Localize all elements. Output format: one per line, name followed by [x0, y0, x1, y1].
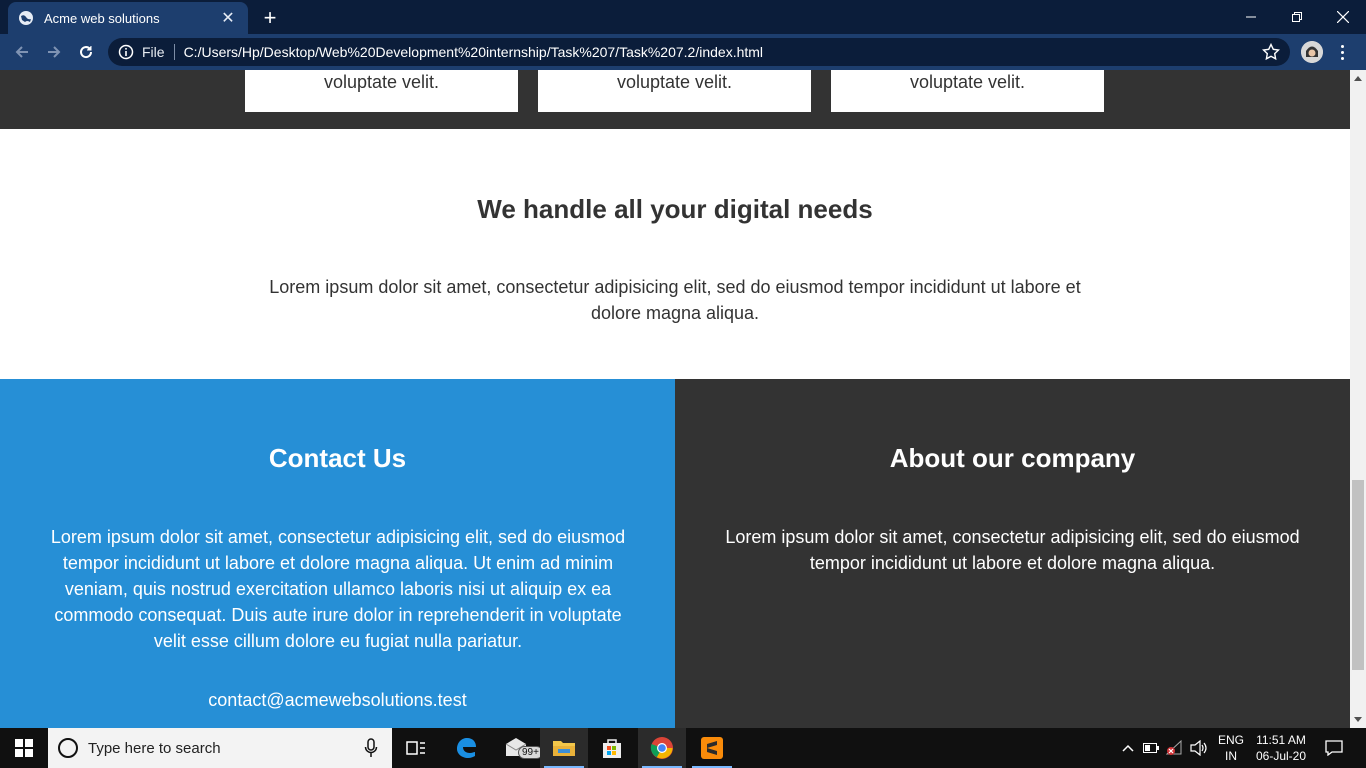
- new-tab-button[interactable]: +: [258, 5, 282, 30]
- windows-logo-icon: [15, 739, 33, 757]
- language-indicator[interactable]: ENG IN: [1214, 732, 1248, 764]
- tab-title: Acme web solutions: [44, 10, 160, 26]
- forward-button[interactable]: [40, 38, 68, 66]
- language-code: ENG: [1217, 733, 1244, 747]
- section-heading: We handle all your digital needs: [477, 194, 873, 224]
- mail-app-button[interactable]: 99+: [492, 728, 543, 768]
- store-app-button[interactable]: [588, 728, 636, 768]
- wifi-disconnected-icon: [1166, 740, 1182, 755]
- battery-icon: [1143, 743, 1159, 753]
- microphone-icon[interactable]: [364, 738, 378, 758]
- task-view-button[interactable]: [392, 728, 440, 768]
- scheme-label: File: [142, 44, 165, 60]
- scroll-up-arrow[interactable]: [1350, 70, 1366, 86]
- taskbar-search[interactable]: Type here to search: [48, 728, 392, 768]
- url-text[interactable]: C:/Users/Hp/Desktop/Web%20Development%20…: [184, 44, 1262, 60]
- reload-button[interactable]: [72, 38, 100, 66]
- reload-icon: [80, 46, 93, 59]
- back-button[interactable]: [8, 38, 36, 66]
- sublime-text-icon: [701, 737, 723, 759]
- speaker-icon: [1190, 740, 1207, 756]
- about-text: Lorem ipsum dolor sit amet, consectetur …: [725, 527, 1300, 573]
- folder-icon: [553, 741, 575, 756]
- about-section: About our company Lorem ipsum dolor sit …: [675, 379, 1350, 728]
- browser-menu-button[interactable]: [1336, 41, 1348, 63]
- close-icon: [1337, 11, 1349, 23]
- store-icon: [603, 739, 621, 758]
- chevron-up-icon: [1354, 76, 1362, 81]
- minimize-icon: [1246, 16, 1256, 18]
- scrollbar-thumb[interactable]: [1352, 480, 1364, 670]
- address-bar[interactable]: File C:/Users/Hp/Desktop/Web%20Developme…: [108, 38, 1290, 66]
- system-clock[interactable]: 11:51 AM 06-Jul-20: [1252, 732, 1310, 764]
- action-center-button[interactable]: [1318, 728, 1350, 768]
- browser-tab-strip: Acme web solutions ✕ +: [0, 0, 1366, 34]
- restore-icon: [1292, 12, 1302, 22]
- page-viewport: voluptate velit. voluptate velit. volupt…: [0, 70, 1350, 728]
- chrome-app-button[interactable]: [638, 728, 686, 768]
- clock-date: 06-Jul-20: [1255, 749, 1307, 763]
- info-icon[interactable]: [118, 44, 134, 60]
- scroll-down-arrow[interactable]: [1350, 712, 1366, 728]
- about-heading: About our company: [889, 443, 1136, 473]
- service-card-text: voluptate velit.: [909, 72, 1026, 92]
- chrome-icon: [650, 737, 673, 759]
- service-card: voluptate velit.: [245, 70, 518, 112]
- contact-section: Contact Us Lorem ipsum dolor sit amet, c…: [0, 379, 675, 728]
- service-card: voluptate velit.: [538, 70, 811, 112]
- start-button[interactable]: [0, 728, 48, 768]
- notification-icon: [1325, 740, 1343, 756]
- windows-taskbar: Type here to search 99+ ENG IN 11:51 AM …: [0, 728, 1366, 768]
- arrow-right-icon: [48, 46, 61, 58]
- edge-icon: [457, 738, 476, 758]
- file-explorer-button[interactable]: [540, 728, 588, 768]
- service-card-text: voluptate velit.: [616, 72, 733, 92]
- cortana-icon: [58, 738, 78, 758]
- service-card-text: voluptate velit.: [323, 72, 440, 92]
- browser-toolbar: File C:/Users/Hp/Desktop/Web%20Developme…: [0, 34, 1366, 70]
- network-indicator[interactable]: [1164, 728, 1186, 768]
- star-icon[interactable]: [1262, 43, 1280, 61]
- chevron-up-icon: [1122, 744, 1134, 752]
- globe-icon: [19, 11, 33, 25]
- contact-text: Lorem ipsum dolor sit amet, consectetur …: [50, 527, 626, 651]
- task-view-icon: [406, 741, 425, 755]
- battery-indicator[interactable]: [1140, 728, 1162, 768]
- window-restore-button[interactable]: [1274, 0, 1320, 34]
- profile-avatar[interactable]: [1301, 41, 1323, 63]
- arrow-left-icon: [15, 46, 28, 58]
- tab-close-icon[interactable]: ✕: [218, 8, 238, 28]
- window-close-button[interactable]: [1320, 0, 1366, 34]
- user-avatar-icon: [1301, 41, 1323, 63]
- window-minimize-button[interactable]: [1228, 0, 1274, 34]
- browser-tab[interactable]: Acme web solutions ✕: [8, 2, 248, 34]
- clock-time: 11:51 AM: [1256, 733, 1306, 747]
- sublime-app-button[interactable]: [688, 728, 736, 768]
- service-card: voluptate velit.: [831, 70, 1104, 112]
- chevron-down-icon: [1354, 717, 1362, 722]
- search-placeholder: Type here to search: [88, 739, 221, 757]
- volume-indicator[interactable]: [1188, 728, 1210, 768]
- omnibox-divider: [173, 44, 175, 60]
- page-scrollbar[interactable]: [1350, 70, 1366, 728]
- contact-email[interactable]: contact@acmewebsolutions.test: [0, 690, 675, 711]
- contact-heading: Contact Us: [268, 443, 407, 473]
- section-text: Lorem ipsum dolor sit amet, consectetur …: [269, 277, 1081, 323]
- language-region: IN: [1225, 749, 1237, 763]
- show-hidden-icons-button[interactable]: [1118, 728, 1138, 768]
- edge-app-button[interactable]: [442, 728, 490, 768]
